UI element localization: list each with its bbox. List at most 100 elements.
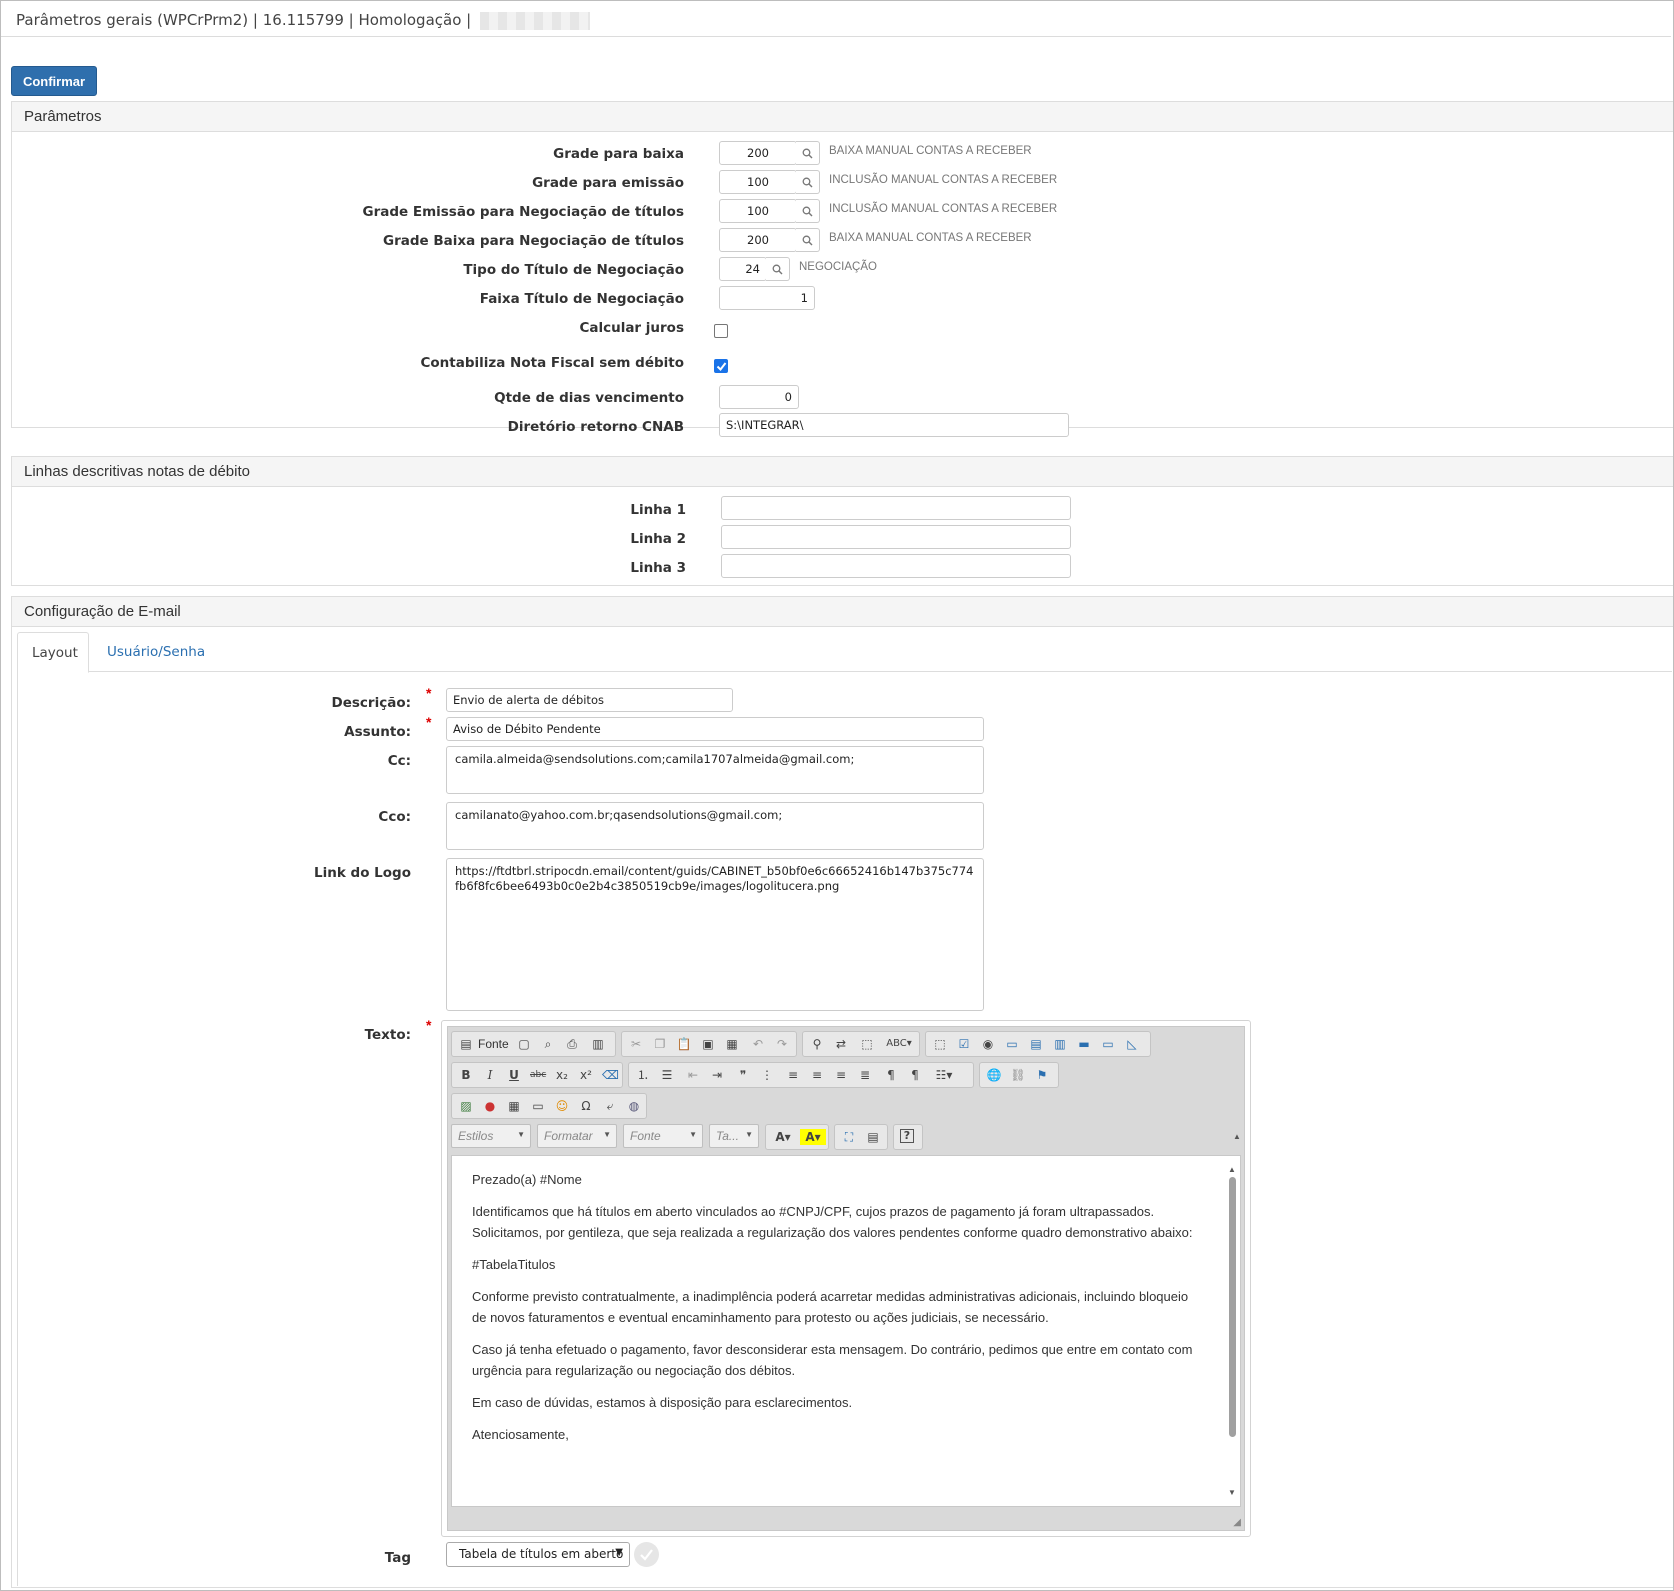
subscript-icon[interactable]: x₂ [554,1067,570,1083]
find-icon[interactable]: ⚲ [809,1036,825,1052]
paste-icon[interactable]: 📋 [676,1036,692,1052]
anchor-icon[interactable]: ⚑ [1034,1067,1050,1083]
grade-emissao-lookup-button[interactable] [796,170,820,194]
collapse-toolbar-icon[interactable]: ▲ [1233,1132,1241,1141]
ltr-icon[interactable]: ¶ [883,1067,899,1083]
spellcheck-icon[interactable]: ABC▾ [885,1036,913,1052]
editor-content[interactable]: Prezado(a) #Nome Identificamos que há tí… [451,1155,1241,1507]
grade-emissao-neg-input[interactable] [719,199,797,223]
format-dropdown[interactable]: Formatar ▼ [537,1124,617,1148]
flash-icon[interactable]: ● [482,1098,498,1114]
resize-handle-icon[interactable]: ◢ [1233,1517,1241,1528]
replace-icon[interactable]: ⇄ [833,1036,849,1052]
link-logo-textarea[interactable]: https://ftdtbrl.stripocdn.email/content/… [446,858,984,1011]
linha-3-input[interactable] [721,554,1071,578]
align-right-icon[interactable]: ≡ [833,1067,849,1083]
bold-icon[interactable]: B [458,1067,474,1083]
templates-icon[interactable]: ▥ [590,1036,606,1052]
cc-textarea[interactable]: camila.almeida@sendsolutions.com;camila1… [446,746,984,794]
strikethrough-icon[interactable]: abc [530,1067,546,1083]
italic-icon[interactable]: I [482,1067,498,1083]
scrollbar-thumb[interactable] [1229,1177,1236,1437]
paste-text-icon[interactable]: ▣ [700,1036,716,1052]
scroll-down-icon[interactable]: ▼ [1228,1482,1236,1503]
confirm-button[interactable]: Confirmar [11,66,97,96]
calcular-juros-checkbox[interactable] [714,324,728,338]
form-icon[interactable]: ⬚ [932,1036,948,1052]
descricao-input[interactable] [446,688,733,712]
editor-scrollbar[interactable]: ▲ ▼ [1227,1159,1237,1503]
source-icon[interactable]: ▤ [458,1036,474,1052]
insert-tag-button[interactable] [634,1542,659,1567]
faixa-titulo-input[interactable] [719,286,815,310]
link-icon[interactable]: 🌐 [986,1067,1002,1083]
rtl-icon[interactable]: ¶ [907,1067,923,1083]
tipo-titulo-input[interactable] [719,257,767,281]
div-container-icon[interactable]: ⋮ [759,1067,775,1083]
iframe-icon[interactable]: ◍ [626,1098,642,1114]
tab-usuario-senha[interactable]: Usuário/Senha [93,632,219,673]
linha-1-input[interactable] [721,496,1071,520]
help-icon[interactable]: ? [900,1129,914,1143]
grade-baixa-input[interactable] [719,141,797,165]
numbered-list-icon[interactable]: ⒈ [635,1067,651,1083]
print-icon[interactable]: ⎙ [564,1036,580,1052]
paste-word-icon[interactable]: ▦ [724,1036,740,1052]
show-blocks-icon[interactable]: ▤ [865,1129,881,1145]
justify-icon[interactable]: ≣ [857,1067,873,1083]
styles-dropdown[interactable]: Estilos ▼ [451,1124,531,1148]
undo-icon[interactable]: ↶ [750,1036,766,1052]
page-break-icon[interactable]: ⤶ [602,1098,618,1114]
redo-icon[interactable]: ↷ [774,1036,790,1052]
special-char-icon[interactable]: Ω [578,1098,594,1114]
indent-icon[interactable]: ⇥ [709,1067,725,1083]
assunto-input[interactable] [446,717,984,741]
horizontal-line-icon[interactable]: ▭ [530,1098,546,1114]
source-label[interactable]: Fonte [478,1037,509,1051]
tag-select[interactable]: Tabela de títulos em aberto ▼ [446,1542,630,1567]
qtde-dias-input[interactable] [719,385,799,409]
tab-layout[interactable]: Layout [17,632,89,673]
superscript-icon[interactable]: x² [578,1067,594,1083]
table-icon[interactable]: ▦ [506,1098,522,1114]
linha-2-input[interactable] [721,525,1071,549]
bulleted-list-icon[interactable]: ☰ [659,1067,675,1083]
smiley-icon[interactable]: ☺ [554,1098,570,1114]
image-icon[interactable]: ▨ [458,1098,474,1114]
cco-textarea[interactable]: camilanato@yahoo.com.br;qasendsolutions@… [446,802,984,850]
checkbox-icon[interactable]: ☑ [956,1036,972,1052]
select-icon[interactable]: ▥ [1052,1036,1068,1052]
grade-baixa-lookup-button[interactable] [796,141,820,165]
align-left-icon[interactable]: ≡ [785,1067,801,1083]
grade-baixa-neg-input[interactable] [719,228,797,252]
copy-icon[interactable]: ❐ [652,1036,668,1052]
textfield-icon[interactable]: ▭ [1004,1036,1020,1052]
select-all-icon[interactable]: ⬚ [859,1036,875,1052]
image-button-icon[interactable]: ▭ [1100,1036,1116,1052]
underline-icon[interactable]: U [506,1067,522,1083]
grade-baixa-neg-lookup-button[interactable] [796,228,820,252]
size-dropdown[interactable]: Ta... ▼ [709,1124,759,1148]
contabiliza-nf-checkbox[interactable] [714,359,728,373]
blockquote-icon[interactable]: ❞ [735,1067,751,1083]
maximize-icon[interactable]: ⛶ [841,1129,857,1145]
font-dropdown[interactable]: Fonte ▼ [623,1124,703,1148]
cut-icon[interactable]: ✂ [628,1036,644,1052]
remove-format-icon[interactable]: ⌫ [602,1067,619,1083]
text-color-icon[interactable]: A▾ [770,1129,796,1145]
unlink-icon[interactable]: ⛓ [1010,1067,1026,1083]
hidden-field-icon[interactable]: ◺ [1124,1036,1140,1052]
button-icon[interactable]: ▬ [1076,1036,1092,1052]
diretorio-cnab-input[interactable] [719,413,1069,437]
tipo-titulo-lookup-button[interactable] [766,257,790,281]
grade-emissao-neg-lookup-button[interactable] [796,199,820,223]
preview-icon[interactable]: ⌕ [540,1036,556,1052]
language-icon[interactable]: ☷▾ [931,1067,957,1083]
new-page-icon[interactable]: ▢ [516,1036,532,1052]
textarea-icon[interactable]: ▤ [1028,1036,1044,1052]
outdent-icon[interactable]: ⇤ [685,1067,701,1083]
align-center-icon[interactable]: ≡ [809,1067,825,1083]
grade-emissao-input[interactable] [719,170,797,194]
radio-icon[interactable]: ◉ [980,1036,996,1052]
background-color-icon[interactable]: A▾ [800,1129,826,1145]
